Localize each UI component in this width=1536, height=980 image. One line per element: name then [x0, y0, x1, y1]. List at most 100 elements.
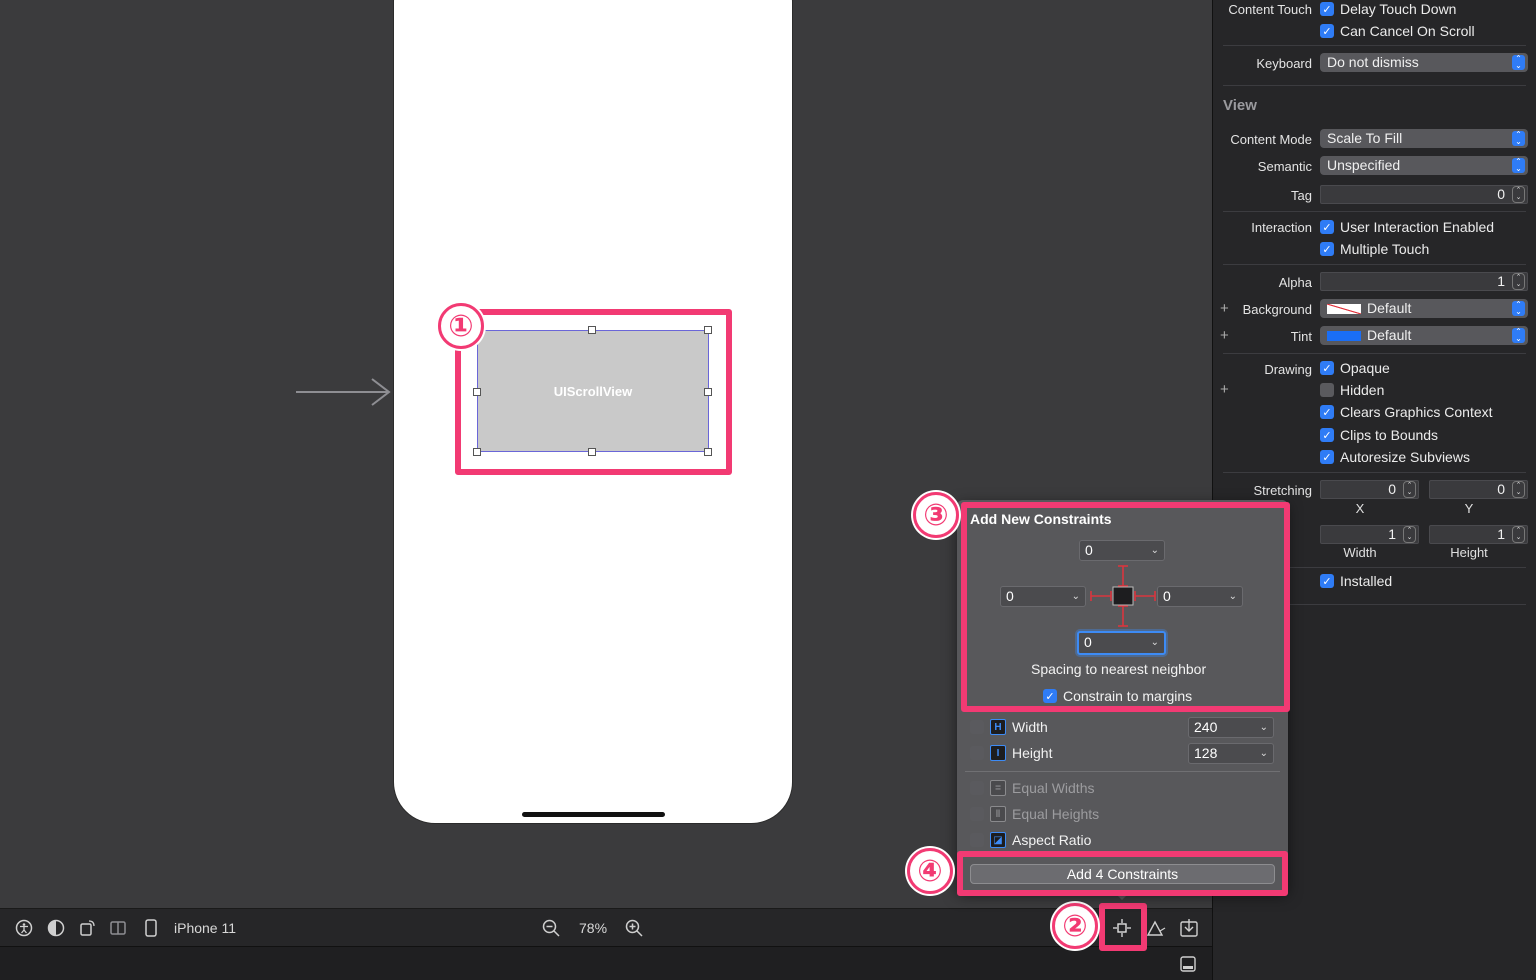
hidden-checkbox[interactable]: Hidden — [1320, 382, 1384, 398]
keyboard-popup[interactable]: Do not dismiss ⌃ ⌄ — [1320, 53, 1528, 72]
toggle-debug-area-icon[interactable] — [1178, 954, 1198, 974]
layout-split-icon[interactable] — [108, 918, 128, 938]
highlight-spacing-section — [961, 502, 1290, 712]
empty-checkbox-icon — [1320, 383, 1334, 397]
stretch-height-label: Height — [1450, 545, 1488, 560]
height-label: Height — [1012, 745, 1053, 761]
chevron-down-icon: ⌄ — [1259, 748, 1268, 759]
checkmark-icon: ✓ — [1320, 450, 1334, 464]
multiple-touch-checkbox[interactable]: ✓ Multiple Touch — [1320, 241, 1429, 257]
divider — [1223, 85, 1526, 86]
empty-checkbox-icon — [970, 833, 984, 847]
content-mode-popup[interactable]: Scale To Fill ⌃ ⌄ — [1320, 129, 1528, 148]
height-constraint-icon: I — [990, 745, 1006, 761]
empty-checkbox-icon — [970, 720, 984, 734]
appearance-icon[interactable] — [46, 918, 66, 938]
stretch-x-value: 0 — [1388, 481, 1396, 497]
divider — [1223, 45, 1526, 46]
opaque-checkbox[interactable]: ✓ Opaque — [1320, 360, 1390, 376]
resolve-issues-icon[interactable] — [1146, 918, 1166, 938]
add-variation-icon[interactable]: + — [1220, 300, 1229, 317]
width-label: Width — [1012, 719, 1048, 735]
equal-widths-checkbox[interactable]: = Equal Widths — [970, 780, 1094, 796]
width-value: 240 — [1194, 719, 1218, 735]
stepper-icon[interactable]: ⌃ ⌄ — [1512, 273, 1525, 290]
can-cancel-on-scroll-checkbox[interactable]: ✓ Can Cancel On Scroll — [1320, 23, 1475, 39]
interaction-label: Interaction — [1251, 220, 1312, 235]
alpha-field[interactable]: 1 ⌃ ⌄ — [1320, 272, 1528, 291]
stepper-icon[interactable]: ⌃ ⌄ — [1403, 526, 1416, 543]
divider — [1223, 353, 1526, 354]
semantic-popup[interactable]: Unspecified ⌃ ⌄ — [1320, 156, 1528, 175]
equal-widths-label: Equal Widths — [1012, 780, 1095, 796]
add-variation-icon[interactable]: + — [1220, 381, 1229, 398]
device-icon[interactable] — [141, 918, 161, 938]
stretch-y-label: Y — [1464, 501, 1474, 516]
background-label: Background — [1242, 302, 1312, 317]
embed-in-icon[interactable] — [1179, 918, 1199, 938]
tint-popup[interactable]: Default ⌃ ⌄ — [1320, 326, 1528, 345]
autoresize-subviews-checkbox[interactable]: ✓ Autoresize Subviews — [1320, 449, 1470, 465]
installed-label: Installed — [1340, 573, 1393, 589]
tint-label: Tint — [1290, 329, 1312, 344]
empty-checkbox-icon — [970, 781, 984, 795]
delay-touch-down-label: Delay Touch Down — [1340, 1, 1457, 17]
tag-field[interactable]: 0 ⌃ ⌄ — [1320, 185, 1528, 204]
installed-checkbox[interactable]: ✓ Installed — [1320, 573, 1392, 589]
alpha-label: Alpha — [1278, 275, 1312, 290]
width-constraint-checkbox[interactable]: H Width — [970, 719, 1048, 735]
accessibility-icon[interactable] — [14, 918, 34, 938]
stretch-height-value: 1 — [1497, 526, 1505, 542]
autoresize-subviews-label: Autoresize Subviews — [1340, 449, 1470, 465]
aspect-ratio-label: Aspect Ratio — [1012, 832, 1092, 848]
stretch-width-value: 1 — [1388, 526, 1396, 542]
content-mode-label: Content Mode — [1230, 132, 1312, 147]
step-badge-4: ④ — [907, 848, 953, 894]
stretch-width-field[interactable]: 1 ⌃ ⌄ — [1320, 525, 1419, 544]
clips-to-bounds-checkbox[interactable]: ✓ Clips to Bounds — [1320, 427, 1438, 443]
popup-arrows-icon: ⌃ ⌄ — [1512, 131, 1525, 146]
stretch-height-field[interactable]: 1 ⌃ ⌄ — [1429, 525, 1528, 544]
clips-to-bounds-label: Clips to Bounds — [1340, 427, 1439, 443]
stepper-icon[interactable]: ⌃ ⌄ — [1512, 481, 1525, 498]
aspect-ratio-icon: ◪ — [990, 832, 1006, 848]
background-popup[interactable]: Default ⌃ ⌄ — [1320, 299, 1528, 318]
clears-graphics-context-checkbox[interactable]: ✓ Clears Graphics Context — [1320, 404, 1493, 420]
opaque-label: Opaque — [1340, 360, 1390, 376]
delay-touch-down-checkbox[interactable]: ✓ Delay Touch Down — [1320, 1, 1456, 17]
height-constraint-checkbox[interactable]: I Height — [970, 745, 1052, 761]
stepper-icon[interactable]: ⌃ ⌄ — [1403, 481, 1416, 498]
height-value-combo[interactable]: 128 ⌄ — [1188, 743, 1274, 764]
stepper-icon[interactable]: ⌃ ⌄ — [1512, 186, 1525, 203]
equal-heights-icon: ‖ — [990, 806, 1006, 822]
stretch-width-label: Width — [1343, 545, 1377, 560]
zoom-out-icon[interactable] — [541, 918, 561, 938]
equal-heights-checkbox[interactable]: ‖ Equal Heights — [970, 806, 1099, 822]
orientation-icon[interactable] — [78, 918, 98, 938]
stretch-y-field[interactable]: 0 ⌃ ⌄ — [1429, 480, 1528, 499]
equal-widths-icon: = — [990, 780, 1006, 796]
add-variation-icon[interactable]: + — [1220, 327, 1229, 344]
checkmark-icon: ✓ — [1320, 242, 1334, 256]
aspect-ratio-checkbox[interactable]: ◪ Aspect Ratio — [970, 832, 1091, 848]
debug-status-bar — [0, 946, 1212, 980]
entry-point-arrow-icon — [296, 378, 391, 406]
stretching-label: Stretching — [1253, 483, 1312, 498]
empty-checkbox-icon — [970, 746, 984, 760]
divider — [1223, 211, 1526, 212]
highlight-add-constraints-button — [1099, 903, 1147, 951]
stretch-x-field[interactable]: 0 ⌃ ⌄ — [1320, 480, 1419, 499]
stepper-icon[interactable]: ⌃ ⌄ — [1512, 526, 1525, 543]
hidden-label: Hidden — [1340, 382, 1385, 398]
highlight-scroll-view — [455, 309, 732, 475]
device-name[interactable]: iPhone 11 — [174, 920, 236, 936]
popup-arrows-icon: ⌃ ⌄ — [1512, 158, 1525, 173]
zoom-in-icon[interactable] — [624, 918, 644, 938]
user-interaction-enabled-checkbox[interactable]: ✓ User Interaction Enabled — [1320, 219, 1494, 235]
equal-heights-label: Equal Heights — [1012, 806, 1100, 822]
checkmark-icon: ✓ — [1320, 428, 1334, 442]
user-interaction-enabled-label: User Interaction Enabled — [1340, 219, 1495, 235]
can-cancel-on-scroll-label: Can Cancel On Scroll — [1340, 23, 1475, 39]
width-value-combo[interactable]: 240 ⌄ — [1188, 717, 1274, 738]
tag-value: 0 — [1497, 186, 1505, 202]
